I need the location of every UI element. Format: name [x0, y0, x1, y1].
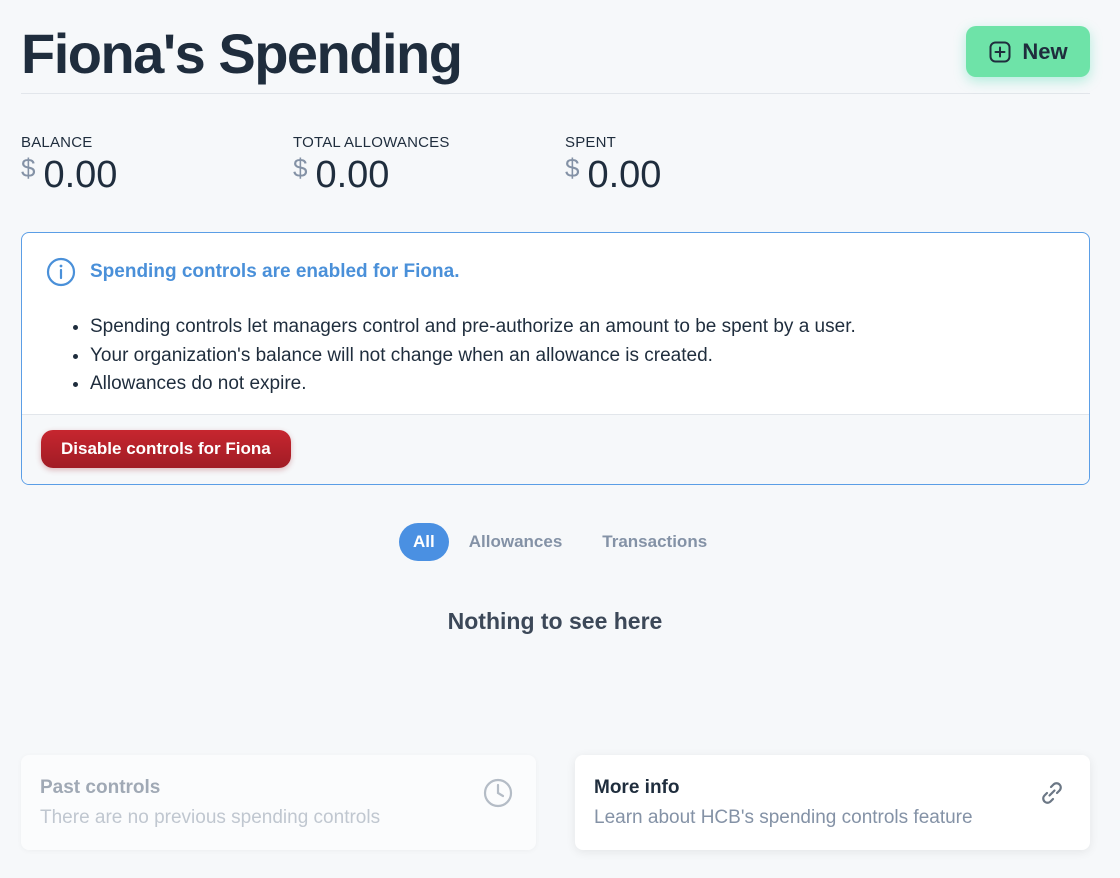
stat-label: BALANCE — [21, 134, 93, 151]
card-subtitle: Learn about HCB's spending controls feat… — [594, 807, 973, 828]
spending-controls-callout: Spending controls are enabled for Fiona.… — [21, 232, 1090, 485]
tab-all[interactable]: All — [399, 523, 449, 561]
stat-currency: $ — [21, 153, 36, 183]
tab-allowances[interactable]: Allowances — [449, 523, 583, 561]
link-icon[interactable] — [1036, 777, 1068, 809]
stats-row: BALANCE $ 0.00 TOTAL ALLOWANCES $ 0.00 S… — [21, 134, 821, 197]
filter-tabs: All Allowances Transactions — [399, 523, 727, 561]
more-info-card[interactable]: More info Learn about HCB's spending con… — [575, 755, 1090, 850]
clock-icon — [482, 777, 514, 809]
page-header: Fiona's Spending New — [21, 18, 1090, 94]
stat-value: 0.00 — [43, 154, 118, 196]
page-title: Fiona's Spending — [21, 22, 463, 85]
new-button-label: New — [1022, 38, 1068, 64]
list-item: Allowances do not expire. — [90, 370, 856, 399]
card-subtitle: There are no previous spending controls — [40, 807, 381, 828]
stat-label: TOTAL ALLOWANCES — [293, 134, 450, 151]
stat-value: 0.00 — [587, 154, 662, 196]
info-icon — [46, 257, 76, 287]
stat-label: SPENT — [565, 134, 617, 151]
empty-state: Nothing to see here — [447, 608, 663, 634]
stat-currency: $ — [293, 153, 308, 183]
stat-balance: BALANCE $ 0.00 — [21, 134, 281, 197]
card-title: More info — [594, 777, 680, 798]
list-item: Spending controls let managers control a… — [90, 313, 856, 342]
callout-title: Spending controls are enabled for Fiona. — [90, 261, 460, 282]
stat-value: 0.00 — [315, 154, 390, 196]
stat-spent: SPENT $ 0.00 — [565, 134, 825, 197]
stat-total-allowances: TOTAL ALLOWANCES $ 0.00 — [293, 134, 553, 197]
past-controls-card: Past controls There are no previous spen… — [21, 755, 536, 850]
disable-controls-button[interactable]: Disable controls for Fiona — [41, 430, 291, 468]
stat-currency: $ — [565, 153, 580, 183]
card-title: Past controls — [40, 777, 161, 798]
tab-transactions[interactable]: Transactions — [582, 523, 727, 561]
callout-list: Spending controls let managers control a… — [90, 313, 856, 399]
callout-footer: Disable controls for Fiona — [22, 414, 1089, 484]
new-button[interactable]: New — [966, 26, 1090, 77]
plus-square-icon — [988, 40, 1012, 64]
list-item: Your organization's balance will not cha… — [90, 342, 856, 371]
